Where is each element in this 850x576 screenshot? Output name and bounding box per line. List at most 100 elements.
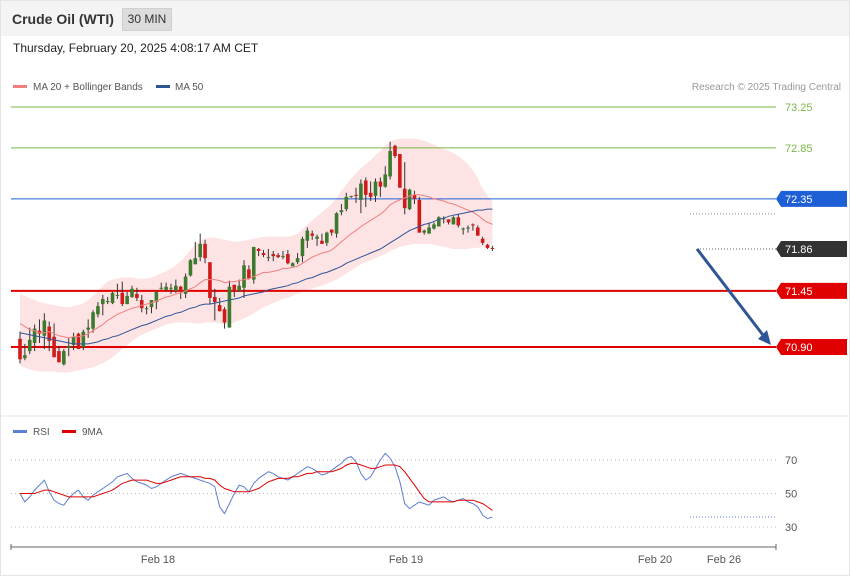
candle-body (461, 228, 465, 230)
candle-body (417, 199, 422, 233)
price-tag-label: 73.25 (785, 102, 813, 114)
candle-body (159, 287, 164, 289)
candle-body (66, 345, 71, 349)
candle-body (100, 299, 105, 305)
candle-body (203, 243, 207, 259)
candle-body (329, 229, 334, 233)
candle-body (193, 258, 198, 265)
legend-label-rsi: RSI (33, 427, 50, 438)
candle-body (320, 240, 324, 244)
candle-body (164, 286, 168, 290)
candle-body (27, 339, 32, 352)
candle-body (315, 236, 319, 239)
candle-body (286, 254, 290, 264)
legend-label-ma50: MA 50 (175, 82, 204, 93)
rsi-tick-label: 70 (785, 455, 797, 467)
candle-body (485, 244, 490, 248)
time-tick-label: Feb 18 (141, 554, 175, 566)
rsi-line (19, 452, 493, 520)
candle-body (130, 288, 134, 297)
candle-body (213, 296, 217, 303)
candle-body (266, 257, 271, 259)
candle-body (256, 248, 261, 251)
candle-body (446, 219, 451, 223)
candle-body (427, 227, 431, 234)
time-tick-label: Feb 19 (389, 554, 423, 566)
candle-body (339, 210, 344, 213)
candle-body (305, 230, 310, 241)
candle-body (378, 181, 383, 187)
candle-body (393, 145, 397, 157)
candle-body (422, 230, 427, 233)
chart-canvas: 73.25 72.85 72.35 71.86 71.45 70.90 MA 20 + B… (1, 82, 849, 566)
candle-body (135, 293, 139, 298)
candle-body (432, 224, 436, 229)
candle-body (120, 292, 125, 305)
candle-body (227, 286, 232, 328)
price-tag-label: 71.86 (785, 244, 813, 256)
candle-body (23, 355, 27, 359)
candle-body (407, 189, 412, 210)
candle-body (368, 192, 373, 197)
rsi-9ma-line (20, 462, 493, 511)
candle-body (144, 308, 149, 310)
candle-body (42, 320, 47, 336)
rsi-tick-label: 50 (785, 489, 797, 501)
legend-label-ma20: MA 20 + Bollinger Bands (33, 82, 143, 93)
candle-body (81, 331, 86, 347)
candle-body (188, 260, 193, 276)
candle-body (247, 269, 251, 279)
candle-body (222, 309, 227, 323)
candle-body (456, 217, 461, 226)
candle-body (198, 243, 202, 258)
candle-body (18, 338, 22, 360)
candle-body (300, 238, 305, 257)
bollinger-band-area (20, 138, 493, 373)
candle-body (295, 258, 300, 263)
candle-body (105, 301, 110, 303)
legend-label-9ma: 9MA (82, 427, 103, 438)
candle-body (281, 256, 285, 258)
candle-body (242, 265, 246, 288)
projection-arrow-shaft (695, 248, 768, 340)
candle-body (349, 195, 353, 197)
candle-body (354, 194, 358, 196)
legend-swatch-9ma (62, 430, 76, 433)
candle-body (388, 150, 392, 177)
candle-body (178, 286, 183, 292)
candle-body (139, 300, 144, 309)
candle-body (451, 217, 456, 225)
candle-body (110, 292, 115, 304)
candle-body (57, 351, 61, 363)
candle-body (96, 306, 100, 315)
candle-body (208, 262, 212, 298)
rsi-tick-label: 30 (785, 522, 797, 534)
price-tag-label: 71.45 (785, 286, 813, 298)
candle-body (115, 294, 120, 296)
candle-body (471, 224, 475, 226)
source-credit: Research © 2025 Trading Central (692, 82, 841, 93)
time-tick-label: Feb 26 (707, 554, 741, 566)
candle-body (290, 263, 295, 267)
candle-body (125, 295, 129, 305)
candle-body (310, 233, 314, 236)
legend-swatch-ma50 (156, 85, 170, 88)
candle-body (363, 180, 368, 195)
legend-swatch-rsi (13, 430, 27, 433)
price-tag-label: 72.35 (785, 194, 813, 206)
candle-body (344, 196, 349, 210)
candle-body (490, 247, 495, 249)
candle-body (373, 181, 378, 196)
candle-body (261, 253, 266, 256)
candle-body (383, 174, 388, 187)
candle-body (475, 227, 480, 236)
price-tag-label: 70.90 (785, 342, 813, 354)
candle-body (398, 153, 402, 188)
legend-swatch-ma20 (13, 85, 27, 88)
time-tick-label: Feb 20 (638, 554, 672, 566)
candle-body (91, 312, 95, 329)
candle-body (76, 333, 81, 350)
price-tag-label: 72.85 (785, 143, 813, 155)
candle-body (251, 246, 256, 280)
candle-body (334, 213, 339, 234)
